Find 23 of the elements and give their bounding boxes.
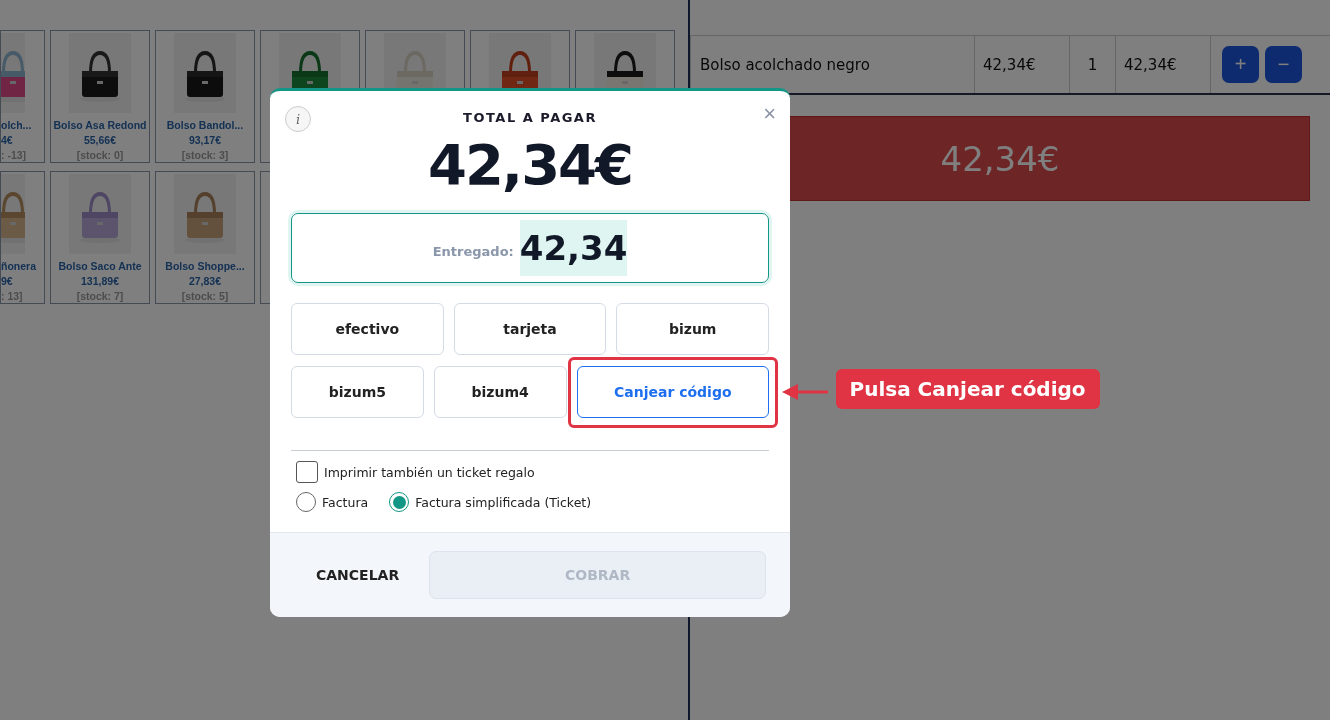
product-price: 4€ [1, 134, 13, 146]
received-value: 42,34 [519, 220, 628, 276]
product-name: olch... [1, 119, 32, 131]
product-name: Bolso Asa Redond [53, 119, 147, 131]
product-price: 93,17€ [188, 134, 222, 146]
radio-label: Factura [322, 494, 369, 510]
received-label: Entregado: [432, 242, 514, 259]
product-price: 55,66€ [83, 134, 117, 146]
table-cell: 42,34€ [975, 36, 1070, 93]
callout-label: Pulsa Canjear código [835, 369, 1100, 409]
product-name: Bolso Shoppe... [165, 260, 245, 272]
product-name: ñonera [1, 260, 36, 272]
table-cell: 1 [1070, 36, 1116, 93]
product-price: 9€ [1, 275, 13, 287]
dialog-title: TOTAL A PAGAR [463, 110, 597, 125]
table-cell: 42,34€ [1116, 36, 1211, 93]
product-name: Bolso Saco Ante [58, 260, 142, 272]
product-price: 131,89€ [81, 275, 119, 287]
product-price: 27,83€ [188, 275, 222, 287]
product-name: Bolso Bandol... [166, 119, 244, 131]
radio-label: Factura simplificada (Ticket) [415, 494, 592, 510]
total-amount: 42,34€ [426, 131, 634, 199]
checkbox-label: Imprimir también un ticket regalo [324, 464, 535, 480]
